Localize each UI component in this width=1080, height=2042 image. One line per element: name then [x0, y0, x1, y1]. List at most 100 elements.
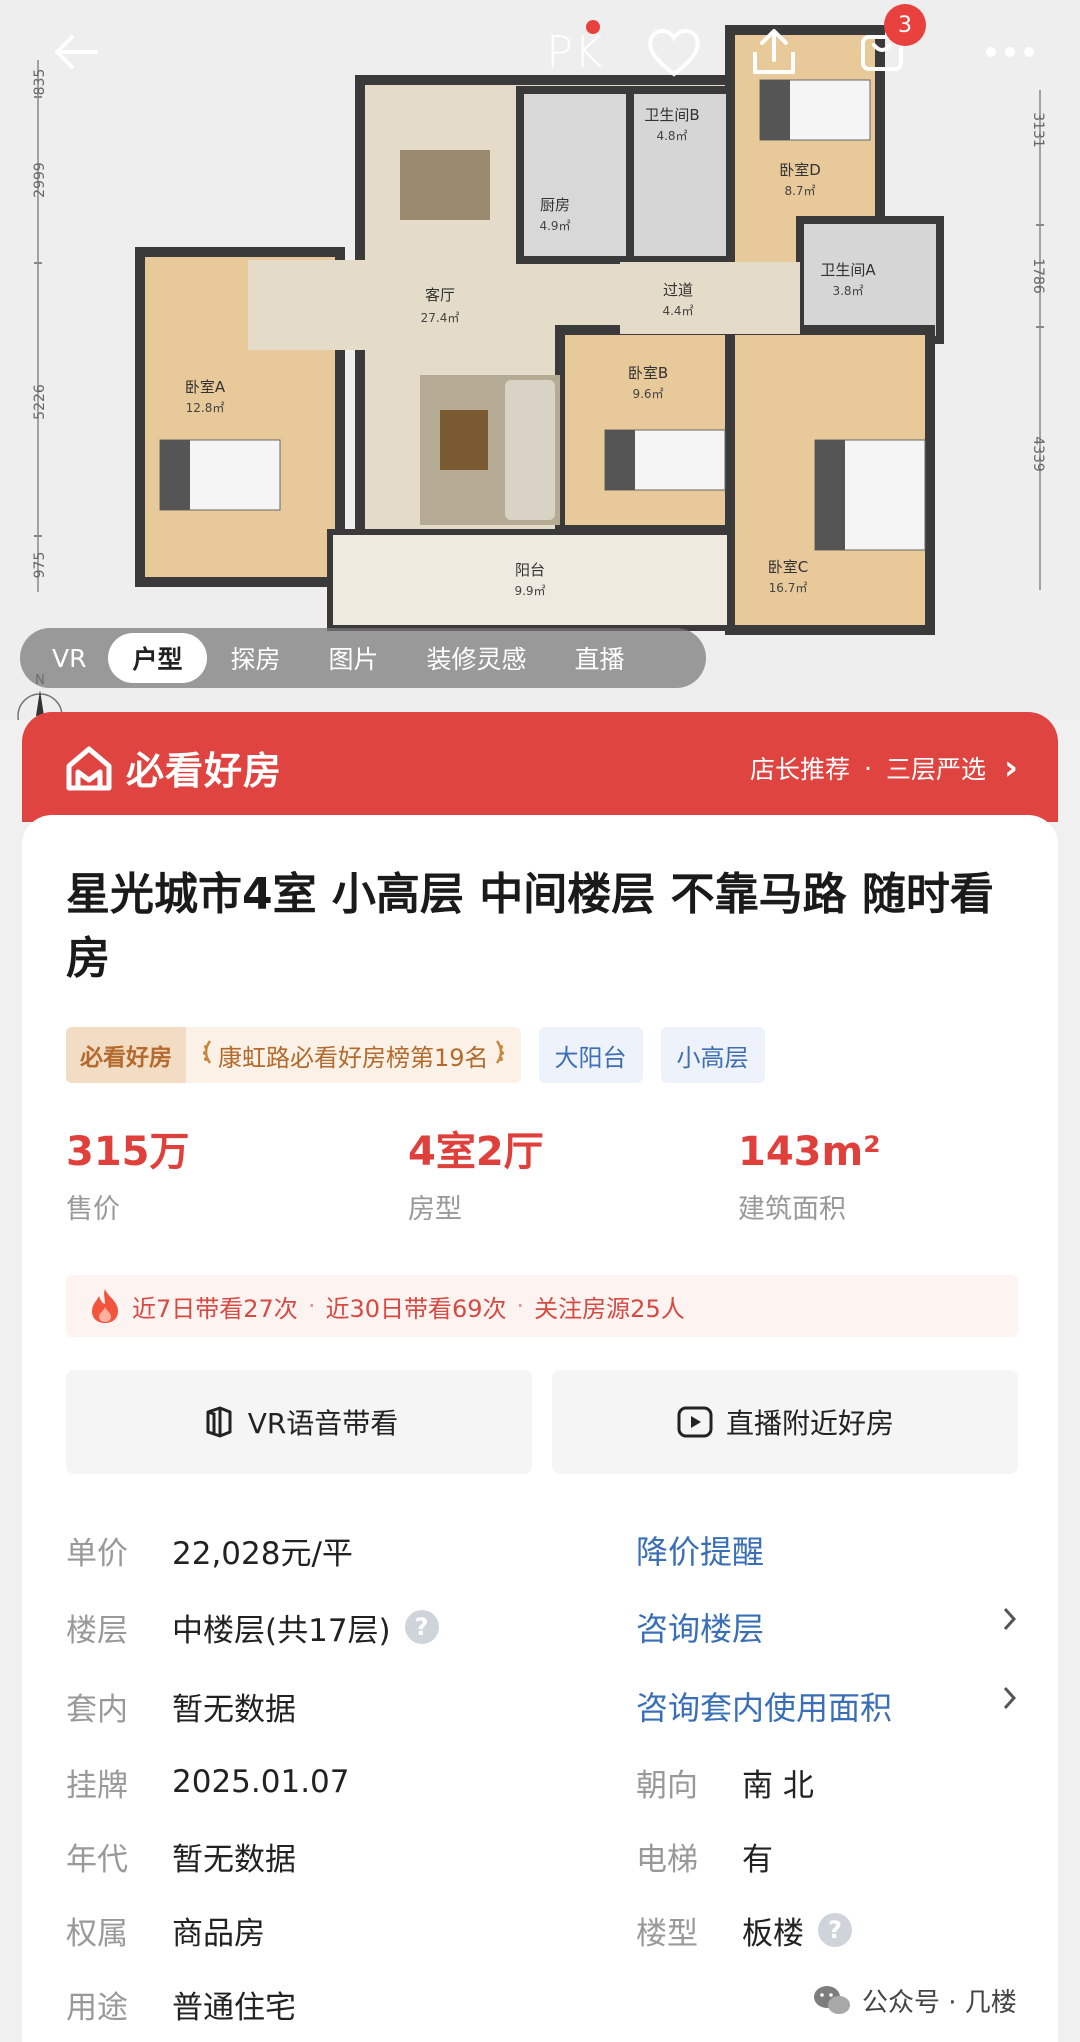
stat-price: 315万 售价 — [66, 1127, 190, 1226]
area-label: 建筑面积 — [738, 1194, 846, 1225]
house-logo-icon — [66, 746, 112, 790]
banner-title: 必看好房 — [126, 749, 283, 793]
unit-price-key: 单价 — [66, 1535, 128, 1572]
tab-live[interactable]: 直播 — [551, 633, 649, 683]
ownership-key: 权属 — [66, 1915, 128, 1952]
ranking-tag[interactable]: 必看好房 康虹路必看好房榜第19名 — [66, 1027, 521, 1083]
room-area: 12.8㎡ — [186, 401, 225, 415]
pk-label: PK — [546, 26, 604, 78]
room-name: 卫生间B — [644, 106, 699, 124]
live-nearby-button[interactable]: 直播附近好房 — [552, 1370, 1018, 1474]
listed-key: 挂牌 — [66, 1767, 128, 1804]
elevator-value: 有 — [742, 1841, 773, 1878]
pk-notification-dot — [586, 20, 600, 34]
banner-recommend-link[interactable]: 店长推荐 · 三层严选 › — [750, 748, 1018, 788]
help-icon[interactable]: ? — [818, 1913, 852, 1947]
elevator-row: 电梯 有 — [636, 1831, 773, 1881]
help-icon[interactable]: ? — [404, 1610, 439, 1644]
room-area: 9.9㎡ — [514, 584, 545, 598]
more-icon[interactable] — [980, 22, 1040, 82]
ownership-row: 权属 商品房 — [66, 1905, 265, 1955]
floor-consult-link[interactable]: 咨询楼层 — [636, 1602, 764, 1652]
feature-tag-building[interactable]: 小高层 — [660, 1027, 765, 1083]
chevron-right-icon[interactable] — [1002, 1605, 1018, 1641]
price-value: 315万 — [66, 1129, 190, 1175]
orientation-value: 南 北 — [742, 1767, 814, 1804]
usage-value: 普通住宅 — [172, 1989, 296, 2026]
favorite-heart-icon[interactable] — [642, 22, 706, 82]
price-alert-label: 降价提醒 — [636, 1533, 765, 1571]
dim-right-3: 4339 — [1030, 436, 1046, 472]
tab-decor-ideas[interactable]: 装修灵感 — [403, 633, 551, 683]
dim-right-2: 1786 — [1030, 258, 1046, 294]
room-name: 过道 — [663, 281, 693, 299]
layout-value: 4室2厅 — [408, 1129, 544, 1175]
vr-voice-tour-label: VR语音带看 — [247, 1407, 399, 1440]
room-area: 16.7㎡ — [769, 581, 808, 595]
live-play-icon — [677, 1406, 713, 1438]
wechat-icon — [814, 1985, 850, 2014]
popularity-bar: 近7日带看27次 · 近30日带看69次 · 关注房源25人 — [66, 1275, 1018, 1337]
inner-value: 暂无数据 — [172, 1691, 296, 1728]
floor-consult-label: 咨询楼层 — [636, 1610, 765, 1648]
inner-area-row: 套内 暂无数据 — [66, 1681, 296, 1731]
vr-voice-tour-button[interactable]: VR语音带看 — [66, 1370, 532, 1474]
price-label: 售价 — [66, 1194, 120, 1225]
pk-button[interactable]: PK — [540, 22, 610, 82]
tab-floorplan[interactable]: 户型 — [108, 633, 207, 683]
back-arrow-icon[interactable] — [46, 22, 106, 82]
cart-count-badge: 3 — [884, 4, 926, 46]
followers-count: 关注房源25人 — [534, 1294, 685, 1323]
room-area: 9.6㎡ — [632, 387, 663, 401]
stat-layout: 4室2厅 房型 — [408, 1127, 544, 1226]
room-name: 卧室C — [768, 558, 808, 576]
price-alert-link[interactable]: 降价提醒 — [636, 1525, 764, 1575]
listed-value: 2025.01.07 — [172, 1764, 350, 1800]
chevron-right-icon[interactable] — [1002, 1684, 1018, 1720]
dim-left-2: 2999 — [32, 162, 48, 198]
building-type-row: 楼型 板楼 ? — [636, 1905, 852, 1955]
inner-area-consult-link[interactable]: 咨询套内使用面积 — [636, 1681, 892, 1731]
wechat-watermark: 公众号 · 几楼 — [812, 1982, 1017, 2019]
floor-key: 楼层 — [66, 1612, 128, 1649]
tab-tour[interactable]: 探房 — [207, 633, 305, 683]
listed-row: 挂牌 2025.01.07 — [66, 1757, 350, 1807]
room-name: 卧室B — [628, 364, 668, 382]
orientation-row: 朝向 南 北 — [636, 1757, 814, 1807]
room-area: 4.4㎡ — [662, 304, 693, 318]
floor-value-wrap: 中楼层(共17层) ? — [172, 1605, 439, 1650]
floor-row: 楼层 中楼层(共17层) ? — [66, 1602, 439, 1652]
dim-left-3: 5226 — [32, 384, 48, 420]
room-name: 卫生间A — [820, 261, 876, 279]
usage-key: 用途 — [66, 1989, 128, 2026]
room-area: 4.8㎡ — [656, 129, 687, 143]
year-row: 年代 暂无数据 — [66, 1831, 296, 1881]
building-key: 楼型 — [636, 1915, 698, 1952]
banner-logo: 必看好房 — [64, 740, 282, 795]
orientation-key: 朝向 — [636, 1767, 698, 1804]
views-7-days: 近7日带看27次 — [132, 1294, 298, 1323]
layout-label: 房型 — [408, 1194, 462, 1225]
elevator-key: 电梯 — [636, 1841, 698, 1878]
views-30-days: 近30日带看69次 — [325, 1294, 507, 1323]
tab-photos[interactable]: 图片 — [305, 633, 403, 683]
inner-consult-label: 咨询套内使用面积 — [636, 1689, 893, 1727]
room-name: 客厅 — [425, 286, 455, 304]
share-icon[interactable] — [744, 22, 804, 82]
banner-right-b: 三层严选 — [885, 755, 986, 784]
room-name: 卧室A — [185, 378, 226, 396]
unit-price-value: 22,028元/平 — [172, 1535, 353, 1572]
room-name: 卧室D — [779, 161, 821, 179]
area-value: 143m² — [738, 1129, 881, 1175]
banner-dot: · — [864, 753, 872, 783]
room-area: 27.4㎡ — [421, 311, 460, 325]
laurel-right-icon — [495, 1039, 507, 1071]
tab-vr[interactable]: VR — [26, 633, 108, 683]
floor-value: 中楼层(共17层) — [172, 1612, 391, 1649]
floorplan-area[interactable]: 835 2999 5226 975 3131 1786 4339 卫生间B 4.… — [0, 0, 1080, 720]
feature-tag-balcony[interactable]: 大阳台 — [538, 1027, 643, 1083]
building-value: 板楼 — [742, 1915, 804, 1952]
must-see-banner[interactable]: 必看好房 店长推荐 · 三层严选 › — [22, 712, 1058, 822]
inner-key: 套内 — [66, 1691, 128, 1728]
chevron-right-icon: › — [1003, 748, 1018, 788]
